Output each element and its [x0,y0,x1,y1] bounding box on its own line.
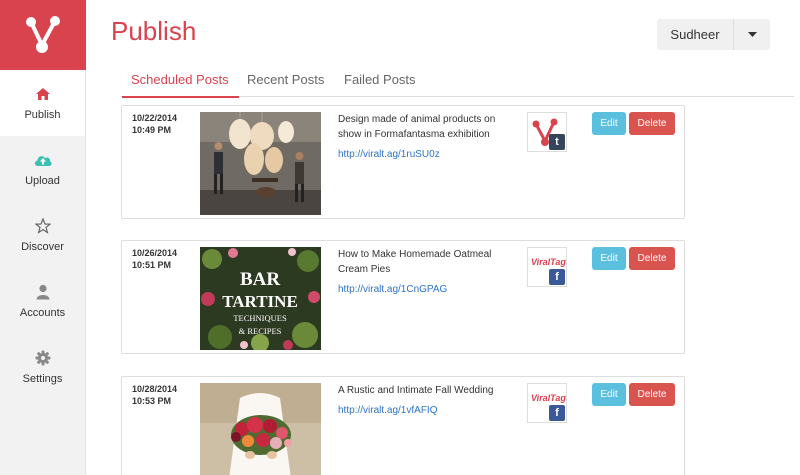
post-network-account: t [527,112,567,152]
sidebar-item-settings[interactable]: Settings [0,334,85,400]
sidebar-item-label: Publish [24,109,61,121]
post-short-link[interactable]: http://viralt.ag/1vfAFIQ [338,405,437,416]
post-date: 10/22/2014 [132,113,178,123]
post-time: 10:49 PM [132,125,172,135]
delete-button[interactable]: Delete [629,383,675,406]
page-title: Publish [111,16,197,46]
post-network-account: ViralTag f [527,247,567,287]
post-schedule-datetime: 10/26/2014 10:51 PM [132,247,177,271]
sidebar-item-label: Accounts [19,307,66,319]
sidebar-item-label: Settings [22,373,63,385]
cloud-upload-icon [33,151,53,169]
post-date: 10/26/2014 [132,248,178,258]
post-short-link[interactable]: http://viralt.ag/1ruSU0z [338,149,440,160]
post-short-link[interactable]: http://viralt.ag/1CnGPAG [338,284,447,295]
post-network-account: ViralTag f [527,383,567,423]
thumb-text-bar: BAR [240,269,280,290]
post-time: 10:51 PM [132,260,172,270]
viraltag-logo-text: ViralTag [531,257,566,267]
facebook-icon: f [549,405,565,421]
post-title: How to Make Homemade Oatmeal Cream Pies [338,249,492,275]
user-icon [36,283,50,301]
post-tabs: Scheduled Posts Recent Posts Failed Post… [121,64,794,98]
viraltag-logo-text: ViralTag [531,393,566,403]
thumb-text-tartine: TARTINE [222,292,298,311]
scheduled-post-card: 10/28/2014 10:53 PM A Rustic and Intimat… [121,376,685,475]
viraltag-logo-icon [26,16,60,53]
tab-failed-posts[interactable]: Failed Posts [344,64,416,97]
sidebar: Publish Upload Discover Accounts Setting… [0,0,86,475]
chevron-down-icon[interactable] [734,19,770,50]
thumb-text-recipes: & RECIPES [239,326,282,336]
sidebar-item-discover[interactable]: Discover [0,202,85,268]
sidebar-item-accounts[interactable]: Accounts [0,268,85,334]
scheduled-post-card: 10/26/2014 10:51 PM BAR TARTINE TECHNIQU… [121,240,685,354]
post-title: A Rustic and Intimate Fall Wedding [338,385,494,396]
user-name[interactable]: Sudheer [657,19,734,50]
gear-icon [35,349,51,367]
home-icon [35,85,51,103]
edit-button[interactable]: Edit [592,383,626,406]
star-icon [34,217,51,235]
post-schedule-datetime: 10/28/2014 10:53 PM [132,383,177,407]
app-logo[interactable] [0,0,86,70]
edit-button[interactable]: Edit [592,112,626,135]
sidebar-item-label: Discover [21,241,64,253]
post-title: Design made of animal products on show i… [338,114,496,140]
post-schedule-datetime: 10/22/2014 10:49 PM [132,112,177,136]
post-thumbnail: BAR TARTINE TECHNIQUES & RECIPES [200,247,321,350]
delete-button[interactable]: Delete [629,112,675,135]
post-thumbnail [200,112,321,215]
facebook-icon: f [549,269,565,285]
post-date: 10/28/2014 [132,384,178,394]
sidebar-item-publish[interactable]: Publish [0,70,85,136]
sidebar-item-upload[interactable]: Upload [0,136,85,202]
thumb-text-techniques: TECHNIQUES [233,313,287,323]
tab-recent-posts[interactable]: Recent Posts [247,64,324,97]
edit-button[interactable]: Edit [592,247,626,270]
post-thumbnail [200,383,321,475]
delete-button[interactable]: Delete [629,247,675,270]
post-time: 10:53 PM [132,396,172,406]
scheduled-post-card: 10/22/2014 10:49 PM Design made of anima… [121,105,685,219]
tumblr-icon: t [549,134,565,150]
tab-scheduled-posts[interactable]: Scheduled Posts [122,64,239,98]
user-menu-dropdown[interactable]: Sudheer [657,19,770,50]
sidebar-item-label: Upload [25,175,60,187]
